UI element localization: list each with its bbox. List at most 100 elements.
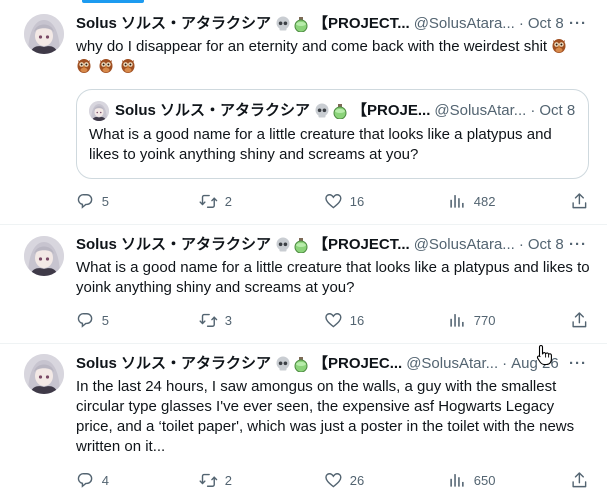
separator-dot: · (530, 102, 536, 119)
views-button[interactable]: 482 (448, 191, 495, 211)
retweet-count: 2 (224, 472, 232, 488)
potion-icon (333, 103, 347, 119)
separator-dot: · (518, 15, 524, 32)
views-icon (450, 473, 464, 487)
tweet-text: why do I disappear for an eternity and c… (76, 37, 591, 77)
display-name[interactable]: Solus ソルス・アタラクシア (76, 14, 271, 34)
tweet-text: In the last 24 hours, I saw amongus on t… (76, 378, 575, 455)
reply-button[interactable]: 5 (76, 191, 109, 211)
skull-icon (276, 237, 290, 252)
user-handle[interactable]: @SolusAtara... (414, 235, 515, 255)
retweet-icon (199, 313, 218, 327)
tweet-actions: 4 2 26 650 (76, 470, 591, 490)
retweet-button[interactable]: 2 (199, 191, 232, 211)
views-count: 770 (473, 312, 496, 328)
views-count: 650 (473, 472, 496, 488)
tweet-date[interactable]: Oct 8 (528, 235, 564, 255)
quoted-tweet-date: Oct 8 (539, 102, 576, 119)
reply-icon (77, 472, 93, 487)
views-count: 482 (473, 193, 496, 209)
avatar[interactable] (24, 354, 64, 394)
views-icon (450, 194, 464, 208)
mouse-cursor-icon (536, 344, 552, 366)
quoted-avatar (89, 101, 109, 121)
quoted-name-emoji (314, 103, 348, 119)
views-button[interactable]: 650 (448, 470, 495, 490)
name-tag: 【PROJECT... (313, 15, 410, 32)
owl-icon (552, 39, 566, 53)
tweet-text-content: why do I disappear for an eternity and c… (76, 38, 548, 55)
like-count: 16 (349, 193, 365, 209)
share-icon (572, 471, 587, 487)
views-icon (450, 313, 464, 327)
reply-count: 5 (101, 312, 109, 328)
reply-count: 4 (101, 472, 109, 488)
like-button[interactable]: 26 (324, 470, 364, 490)
tweet-card[interactable]: Solus ソルス・アタラクシア 【PROJECT... @SolusAtara… (0, 0, 607, 225)
more-icon[interactable]: ··· (569, 14, 587, 34)
like-icon (325, 193, 342, 208)
name-tag: 【PROJEC... (313, 355, 403, 372)
potion-icon (294, 16, 308, 32)
skull-icon (315, 103, 329, 118)
tweet-actions: 5 2 16 482 (76, 191, 591, 211)
tweet-date[interactable]: Oct 8 (528, 14, 564, 34)
retweet-button[interactable]: 2 (199, 470, 232, 490)
like-button[interactable]: 16 (324, 310, 364, 330)
quoted-name-tag: 【PROJE... (352, 102, 431, 119)
display-name[interactable]: Solus ソルス・アタラクシア (76, 354, 271, 374)
tweet-card[interactable]: Solus ソルス・アタラクシア 【PROJEC... @SolusAtar..… (0, 344, 607, 500)
avatar[interactable] (24, 14, 64, 54)
retweet-icon (199, 473, 218, 487)
quoted-user-handle: @SolusAtar... (434, 102, 527, 119)
more-icon[interactable]: ··· (569, 354, 587, 374)
like-count: 16 (349, 312, 365, 328)
tweet-text: What is a good name for a little creatur… (76, 259, 590, 296)
tweet-header: Solus ソルス・アタラクシア 【PROJECT... @SolusAtara… (76, 14, 593, 34)
avatar[interactable] (24, 236, 64, 276)
user-handle[interactable]: @SolusAtar... (406, 354, 498, 374)
quoted-display-name: Solus ソルス・アタラクシア (115, 102, 311, 119)
share-button[interactable] (570, 470, 589, 490)
share-button[interactable] (570, 310, 589, 330)
reply-icon (77, 312, 93, 327)
owl-icon (121, 59, 135, 73)
quoted-tweet-text: What is a good name for a little creatur… (89, 126, 552, 163)
name-emoji (275, 237, 309, 253)
owl-icon (77, 59, 91, 73)
skull-icon (276, 16, 290, 31)
tweet-header: Solus ソルス・アタラクシア 【PROJEC... @SolusAtar..… (76, 354, 593, 374)
potion-icon (294, 237, 308, 253)
reply-icon (77, 193, 93, 208)
share-button[interactable] (570, 191, 589, 211)
like-icon (325, 312, 342, 327)
name-emoji (275, 356, 309, 372)
name-emoji (275, 16, 309, 32)
quoted-tweet[interactable]: Solus ソルス・アタラクシア 【PROJE... @SolusAtar...… (76, 89, 589, 179)
reply-button[interactable]: 5 (76, 310, 109, 330)
views-button[interactable]: 770 (448, 310, 495, 330)
share-icon (572, 192, 587, 208)
more-icon[interactable]: ··· (569, 235, 587, 255)
like-count: 26 (349, 472, 365, 488)
like-button[interactable]: 16 (324, 191, 364, 211)
retweet-button[interactable]: 3 (199, 310, 232, 330)
share-icon (572, 311, 587, 327)
potion-icon (294, 356, 308, 372)
tweet-card[interactable]: Solus ソルス・アタラクシア 【PROJECT... @SolusAtara… (0, 225, 607, 344)
name-tag: 【PROJECT... (313, 236, 410, 253)
like-icon (325, 472, 342, 487)
retweet-count: 3 (224, 312, 232, 328)
user-handle[interactable]: @SolusAtara... (414, 14, 515, 34)
quoted-tweet-header: Solus ソルス・アタラクシア 【PROJE... @SolusAtar...… (89, 101, 576, 121)
retweet-icon (199, 194, 218, 208)
reply-button[interactable]: 4 (76, 470, 109, 490)
skull-icon (276, 356, 290, 371)
owl-icon (99, 59, 113, 73)
separator-dot: · (502, 355, 508, 372)
display-name[interactable]: Solus ソルス・アタラクシア (76, 235, 271, 255)
separator-dot: · (518, 236, 524, 253)
tweet-actions: 5 3 16 770 (76, 310, 591, 330)
tweet-header: Solus ソルス・アタラクシア 【PROJECT... @SolusAtara… (76, 235, 593, 255)
retweet-count: 2 (224, 193, 232, 209)
